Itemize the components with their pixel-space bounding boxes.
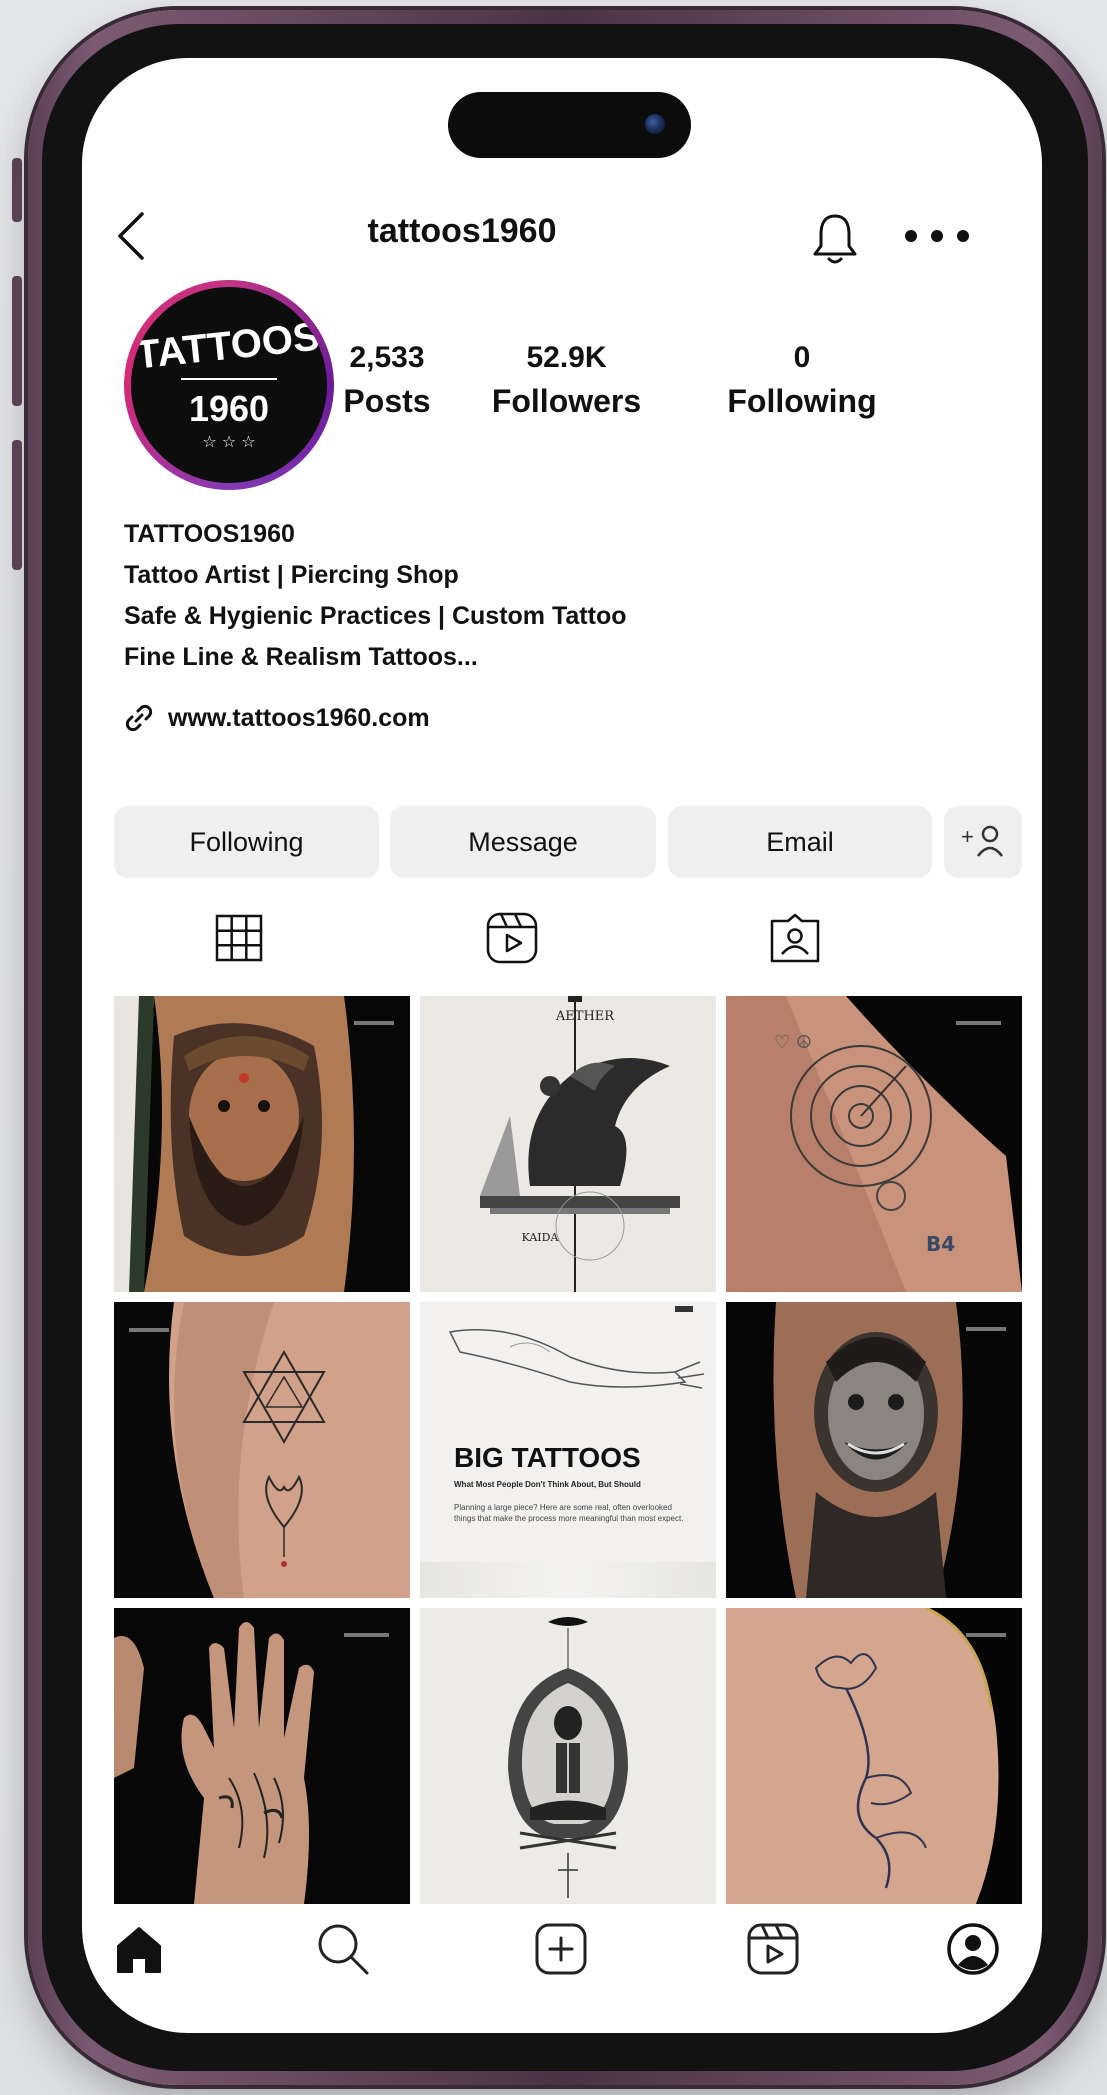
- arm-sketch-illustration: [448, 1306, 705, 1389]
- geometric-lotus-tattoo-image: [114, 1302, 410, 1598]
- post-thumbnail[interactable]: [114, 1608, 410, 1904]
- joker-arm-tattoo-image: [726, 1302, 1022, 1598]
- tab-reels[interactable]: [482, 908, 542, 968]
- skeleton-wings-artwork-image: [420, 1608, 716, 1904]
- email-button-label: Email: [766, 826, 834, 857]
- svg-text:B4: B4: [926, 1232, 955, 1256]
- camera-icon: [645, 114, 665, 134]
- more-dots-icon: [905, 230, 969, 242]
- reels-icon: [747, 1923, 799, 1975]
- post-thumbnail[interactable]: [726, 1302, 1022, 1598]
- post-thumbnail[interactable]: [114, 1302, 410, 1598]
- post-thumbnail[interactable]: [114, 996, 410, 1292]
- posts-count[interactable]: 2,533 Posts: [312, 340, 462, 426]
- action-button: [12, 158, 22, 222]
- chevron-left-icon: [118, 212, 144, 260]
- avatar[interactable]: TATTOOS 1960 ☆ ☆ ☆: [124, 280, 334, 490]
- portrait-arm-tattoo-image: [114, 996, 410, 1292]
- page-title: tattoos1960: [367, 212, 557, 250]
- following-count[interactable]: 0 Following: [702, 340, 902, 426]
- volume-up-button: [12, 276, 22, 406]
- svg-text:TATTOOS: TATTOOS: [134, 315, 322, 378]
- back-button[interactable]: [112, 206, 152, 266]
- message-button[interactable]: Message: [390, 806, 656, 878]
- stat-value: 52.9K: [526, 341, 607, 374]
- create-icon: [535, 1923, 587, 1975]
- svg-text:☆ ☆ ☆: ☆ ☆ ☆: [202, 432, 255, 451]
- hand-tattoo-image: [114, 1608, 410, 1904]
- nav-search[interactable]: [312, 1918, 374, 1980]
- nav-reels[interactable]: [742, 1918, 804, 1980]
- floral-shoulder-tattoo-image: [726, 1608, 1022, 1904]
- post-thumbnail[interactable]: ♡ ☮ B4: [726, 996, 1022, 1292]
- following-button-label: Following: [189, 826, 304, 857]
- reels-icon: [486, 912, 538, 964]
- followers-count[interactable]: 52.9K Followers: [474, 340, 659, 426]
- website-url: www.tattoos1960.com: [168, 703, 430, 732]
- bio-line: Fine Line & Realism Tattoos...: [124, 643, 478, 671]
- phone-screen: tattoos1960 TATTOOS 1960 ☆ ☆ ☆ 2,533 Pos…: [82, 58, 1042, 2033]
- svg-text:KAIDA: KAIDA: [522, 1231, 560, 1244]
- stat-label: Followers: [491, 383, 642, 419]
- bell-icon: [813, 214, 857, 264]
- bio-name: TATTOOS1960: [124, 520, 295, 548]
- dynamic-island: [448, 92, 691, 158]
- bio-line: Safe & Hygienic Practices | Custom Tatto…: [124, 602, 627, 630]
- following-button[interactable]: Following: [114, 806, 379, 878]
- post-thumbnail[interactable]: [726, 1608, 1022, 1904]
- avatar-logo: TATTOOS 1960 ☆ ☆ ☆: [131, 287, 327, 483]
- tab-tagged[interactable]: [765, 908, 825, 968]
- bio: TATTOOS1960 Tattoo Artist | Piercing Sho…: [124, 514, 984, 678]
- bio-line: Tattoo Artist | Piercing Shop: [124, 561, 459, 589]
- svg-text:♡ ☮: ♡ ☮: [774, 1032, 812, 1053]
- website-link[interactable]: www.tattoos1960.com: [124, 698, 430, 738]
- svg-text:+: +: [961, 824, 974, 849]
- suggest-people-button[interactable]: +: [944, 806, 1022, 878]
- post-thumbnail[interactable]: AETHER KAIDA: [420, 996, 716, 1292]
- card-subhead: What Most People Don't Think About, But …: [454, 1480, 641, 1489]
- volume-down-button: [12, 440, 22, 570]
- tagged-icon: [770, 913, 820, 963]
- svg-text:1960: 1960: [189, 388, 269, 429]
- tab-posts-grid[interactable]: [209, 908, 269, 968]
- add-user-icon: +: [961, 824, 1003, 857]
- nav-home[interactable]: [108, 1918, 170, 1980]
- search-icon: [318, 1924, 369, 1975]
- home-icon: [117, 1927, 161, 1973]
- post-thumbnail[interactable]: [420, 1608, 716, 1904]
- post-thumbnail[interactable]: BIG TATTOOS What Most People Don't Think…: [420, 1302, 716, 1598]
- stat-value: 0: [793, 341, 811, 374]
- svg-text:AETHER: AETHER: [555, 1009, 615, 1024]
- griffin-artwork-image: AETHER KAIDA: [420, 996, 716, 1292]
- notifications-button[interactable]: [810, 210, 860, 266]
- stat-label: Posts: [343, 383, 431, 419]
- email-button[interactable]: Email: [668, 806, 932, 878]
- grid-icon: [215, 914, 263, 962]
- card-footer-shade: [420, 1562, 716, 1598]
- nav-profile[interactable]: [942, 1918, 1004, 1980]
- profile-icon: [947, 1923, 999, 1975]
- stat-value: 2,533: [349, 341, 425, 374]
- big-tattoos-card: BIG TATTOOS What Most People Don't Think…: [420, 1302, 716, 1598]
- profile-header: tattoos1960: [82, 198, 1042, 278]
- card-headline: BIG TATTOOS: [454, 1442, 641, 1473]
- more-options-button[interactable]: [902, 224, 972, 248]
- stat-label: Following: [727, 383, 877, 419]
- tattoos1960-logo: TATTOOS 1960 ☆ ☆ ☆: [134, 315, 322, 451]
- clock-arm-tattoo-image: ♡ ☮ B4: [726, 996, 1022, 1292]
- nav-create[interactable]: [530, 1918, 592, 1980]
- card-body: Planning a large piece? Here are some re…: [454, 1503, 684, 1523]
- link-icon: [125, 704, 153, 732]
- message-button-label: Message: [468, 826, 578, 857]
